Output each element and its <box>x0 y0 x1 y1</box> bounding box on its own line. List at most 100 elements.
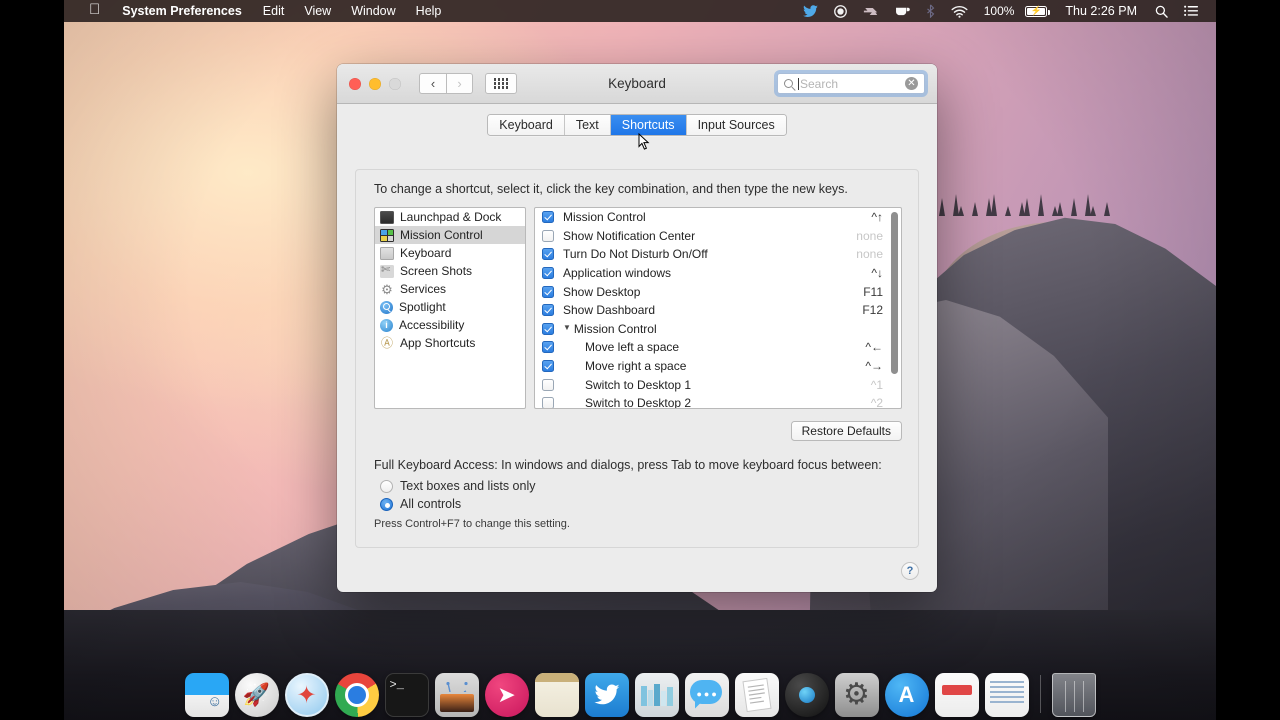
tab-input-sources[interactable]: Input Sources <box>686 115 786 135</box>
dock-icon-launchpad[interactable]: 🚀 <box>234 673 279 717</box>
zoom-button[interactable] <box>389 77 401 90</box>
radio-label: Text boxes and lists only <box>400 479 536 493</box>
radio-all-controls[interactable]: All controls <box>380 497 461 511</box>
shortcut-row[interactable]: Move left a space ^← <box>535 338 901 357</box>
tab-keyboard[interactable]: Keyboard <box>488 115 565 135</box>
window-titlebar[interactable]: ‹ › Keyboard Search ✕ <box>337 64 937 104</box>
show-all-icon[interactable] <box>485 73 517 94</box>
shortcut-list[interactable]: Mission Control ^↑ Show Notification Cente… <box>534 207 902 409</box>
category-item-accessibility[interactable]: i Accessibility <box>375 316 525 334</box>
dock-icon-terminal[interactable]: >_ <box>384 673 429 717</box>
category-item-keyboard[interactable]: Keyboard <box>375 244 525 262</box>
forward-button[interactable]: › <box>446 73 473 94</box>
nav-buttons: ‹ › <box>419 73 473 94</box>
airmail-icon[interactable] <box>855 6 887 17</box>
record-icon[interactable] <box>826 4 855 18</box>
dock-icon-trash[interactable] <box>1051 673 1096 717</box>
shortcut-checkbox[interactable] <box>542 397 554 408</box>
category-list[interactable]: Launchpad & Dock Mission Control Keyboard S… <box>374 207 526 409</box>
shortcut-row[interactable]: Turn Do Not Disturb On/Off none <box>535 245 901 264</box>
disclosure-triangle-icon[interactable]: ▼ <box>563 323 571 332</box>
tab-shortcuts[interactable]: Shortcuts <box>610 115 687 135</box>
dock-icon-google-chrome[interactable] <box>334 673 379 717</box>
shortcut-checkbox[interactable] <box>542 360 554 373</box>
shortcut-row[interactable]: Application windows ^↓ <box>535 264 901 283</box>
shortcut-checkbox[interactable] <box>542 248 554 261</box>
monitor-icon <box>380 210 394 224</box>
tab-text[interactable]: Text <box>564 115 611 135</box>
back-button[interactable]: ‹ <box>419 73 446 94</box>
shortcut-row[interactable]: ▼ Mission Control <box>535 320 901 339</box>
menu-item-window[interactable]: Window <box>341 0 405 22</box>
shortcut-checkbox[interactable] <box>542 341 554 354</box>
dock-icon-robot-app[interactable] <box>434 673 479 717</box>
menu-bar-clock[interactable]: Thu 2:26 PM <box>1055 4 1147 18</box>
dock-icon-system-preferences[interactable]: ⚙ <box>834 673 879 717</box>
dock-icon-airmail[interactable]: ➤ <box>484 673 529 717</box>
radio-label: All controls <box>400 497 462 511</box>
dock-item-wrap <box>984 673 1029 717</box>
shortcut-checkbox[interactable] <box>542 378 554 391</box>
menu-item-edit[interactable]: Edit <box>253 0 295 22</box>
shortcut-checkbox[interactable] <box>542 211 554 224</box>
category-label: Screen Shots <box>400 264 473 278</box>
shortcut-checkbox[interactable] <box>542 322 554 335</box>
shortcut-checkbox[interactable] <box>542 267 554 280</box>
dock-icon-app-store[interactable]: A <box>884 673 929 717</box>
apple-icon[interactable]:  <box>78 0 111 21</box>
category-item-launchpad-dock[interactable]: Launchpad & Dock <box>375 208 525 226</box>
shortcut-key[interactable]: ^1 <box>871 378 897 392</box>
dock-icon-notes[interactable] <box>534 673 579 717</box>
minimize-button[interactable] <box>369 77 381 90</box>
dock-icon-mail[interactable] <box>934 673 979 717</box>
shortcut-row[interactable]: Show Desktop F11 <box>535 282 901 301</box>
shortcut-checkbox[interactable] <box>542 285 554 298</box>
shortcut-row[interactable]: Mission Control ^↑ <box>535 208 901 227</box>
shortcut-checkbox[interactable] <box>542 304 554 317</box>
menu-item-help[interactable]: Help <box>406 0 452 22</box>
shortcut-row[interactable]: Switch to Desktop 1 ^1 <box>535 375 901 394</box>
shortcut-row[interactable]: Show Notification Center none <box>535 227 901 246</box>
shortcut-label-wrap: Turn Do Not Disturb On/Off <box>563 247 856 261</box>
shortcut-label: Show Desktop <box>563 284 641 299</box>
help-button[interactable]: ? <box>901 562 919 580</box>
shortcut-row[interactable]: Switch to Desktop 2 ^2 <box>535 394 901 408</box>
wifi-icon[interactable] <box>943 5 976 18</box>
dock-icon-twitter[interactable] <box>584 673 629 717</box>
coffee-icon[interactable] <box>887 5 918 17</box>
category-item-services[interactable]: ⚙ Services <box>375 280 525 298</box>
dock-icon-messages[interactable]: ●●● <box>684 673 729 717</box>
menu-item-system-preferences[interactable]: System Preferences <box>111 0 253 22</box>
dock-icon-safari[interactable]: ✦ <box>284 673 329 717</box>
category-item-spotlight[interactable]: Spotlight <box>375 298 525 316</box>
dock-icon-finder[interactable]: ☺ <box>184 673 229 717</box>
bluetooth-icon[interactable] <box>918 4 943 18</box>
restore-defaults-button[interactable]: Restore Defaults <box>790 421 902 441</box>
search-icon[interactable] <box>1147 5 1176 18</box>
notification-center-icon[interactable] <box>1176 5 1206 17</box>
shortcut-row[interactable]: Show Dashboard F12 <box>535 301 901 320</box>
dock-icon-pages[interactable] <box>734 673 779 717</box>
shortcut-label: Move right a space <box>585 359 687 374</box>
radio-text-boxes-and-lists-only[interactable]: Text boxes and lists only <box>380 479 536 493</box>
shortcut-list-scrollbar[interactable] <box>891 212 898 374</box>
close-button[interactable] <box>349 77 361 90</box>
dock-item-wrap <box>534 673 579 717</box>
dock-item-wrap <box>1051 673 1096 717</box>
shortcut-key[interactable]: ^2 <box>871 396 897 408</box>
shortcut-checkbox[interactable] <box>542 229 554 242</box>
radio-button-selected[interactable] <box>380 497 393 511</box>
category-item-screen-shots[interactable]: Screen Shots <box>375 262 525 280</box>
battery-icon[interactable]: ⚡ <box>1017 5 1055 17</box>
category-item-mission-control[interactable]: Mission Control <box>375 226 525 244</box>
dock-icon-document-app[interactable] <box>984 673 1029 717</box>
radio-button-unselected[interactable] <box>380 479 393 493</box>
menu-item-view[interactable]: View <box>294 0 341 22</box>
twitter-icon[interactable] <box>795 4 826 18</box>
category-item-app-shortcuts[interactable]: Ⓐ App Shortcuts <box>375 334 525 352</box>
shortcut-row[interactable]: Move right a space ^→ <box>535 357 901 376</box>
search-input[interactable]: Search ✕ <box>777 73 925 94</box>
dock-icon-ibooks[interactable] <box>634 673 679 717</box>
clear-search-icon[interactable]: ✕ <box>905 77 918 90</box>
dock-icon-quicktime[interactable] <box>784 673 829 717</box>
